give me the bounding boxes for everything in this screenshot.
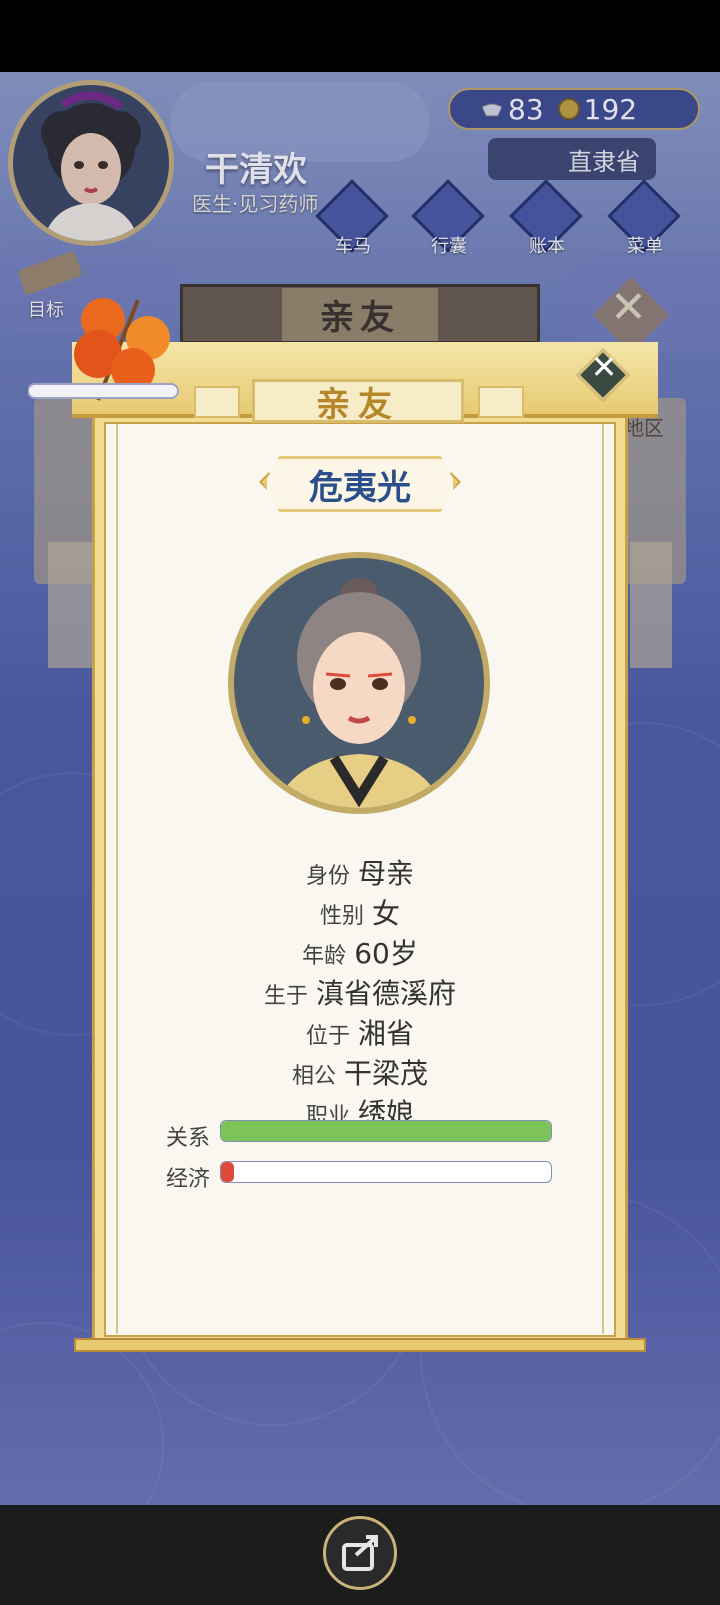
detail-row-gender: 性别女 (104, 892, 616, 932)
detail-row-husband: 相公 干梁茂 (104, 1052, 616, 1092)
person-name-plate: 危夷光 (264, 456, 456, 512)
relationship-bar-fill (221, 1121, 551, 1141)
bar-label: 经济 (166, 1167, 211, 1192)
detail-key: 相公 (291, 1064, 336, 1089)
panel-tab-title: 亲友 (252, 379, 464, 425)
bar-label: 关系 (166, 1126, 211, 1151)
detail-value: 湘省 (358, 1017, 415, 1050)
person-portrait (228, 552, 490, 814)
person-details: 身份 母亲 性别女 年龄 60岁 生于 滇省德溪府 位于 湘省 相公 干梁茂 职业 绣娘 (104, 852, 616, 1132)
detail-row-birthplace: 生于 滇省德溪府 (104, 972, 616, 1012)
detail-key: 年龄 (302, 944, 347, 969)
share-icon (342, 1535, 378, 1571)
close-icon[interactable]: ✕ (586, 348, 622, 386)
detail-value: 母亲 (358, 857, 415, 890)
game-screen: 干清欢 医生·见习药师 83 192 直隶省 车马 行囊 账本 菜单 目标 亲友… (0, 72, 720, 1505)
person-name: 危夷光 (309, 467, 411, 508)
detail-row-age: 年龄 60岁 (104, 932, 616, 972)
person-portrait-art (274, 578, 444, 808)
detail-key: 位于 (305, 1024, 350, 1049)
detail-key: 生于 (263, 984, 308, 1009)
bar-track (220, 1120, 552, 1142)
detail-row-location: 位于 湘省 (104, 1012, 616, 1052)
candied-hawthorn-icon (28, 298, 179, 401)
bar-track (220, 1161, 552, 1183)
panel-bottom-rod (74, 1338, 646, 1352)
economy-bar: 经济 (166, 1161, 556, 1192)
detail-value: 60岁 (354, 937, 418, 970)
tab-side-ornament (194, 386, 240, 418)
detail-value: 干梁茂 (344, 1057, 429, 1090)
detail-key: 性别 (319, 904, 364, 929)
panel-title: 亲友 (316, 384, 400, 425)
detail-value: 滇省德溪府 (316, 977, 457, 1010)
economy-bar-fill (221, 1162, 235, 1182)
detail-key: 身份 (305, 864, 350, 889)
detail-value: 女 (372, 897, 401, 930)
share-button[interactable] (323, 1516, 397, 1590)
detail-row-identity: 身份 母亲 (104, 852, 616, 892)
tab-side-ornament (478, 386, 524, 418)
relationship-bar: 关系 (166, 1120, 556, 1151)
